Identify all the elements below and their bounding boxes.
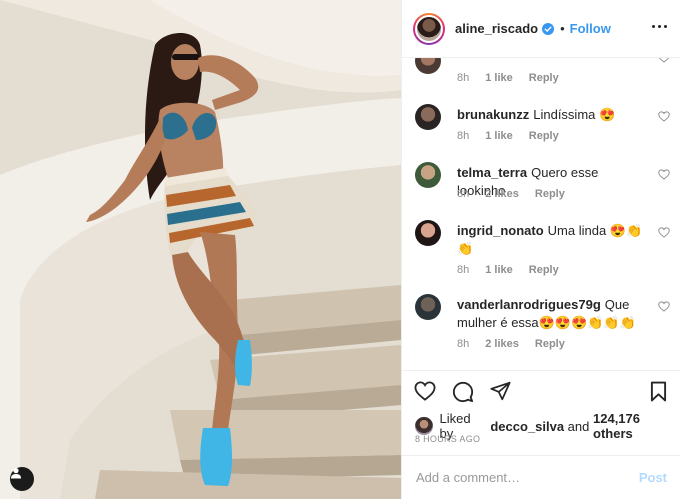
comment-avatar[interactable] (415, 294, 441, 320)
comment-reply-button[interactable]: Reply (535, 188, 565, 200)
post-header: aline_riscado • Follow (402, 0, 680, 58)
action-icons (414, 381, 511, 403)
add-comment-bar: Post (402, 455, 680, 499)
author-avatar[interactable] (413, 12, 445, 45)
more-options-icon[interactable] (652, 21, 667, 32)
comment-text: vanderlanrodrigues79g Que mulher é essa😍😍… (457, 296, 647, 332)
follow-button[interactable]: Follow (570, 21, 611, 36)
likes-count[interactable]: 124,176 others (593, 411, 680, 441)
comment-avatar[interactable] (415, 58, 441, 74)
post-photo[interactable] (0, 0, 401, 499)
comment-heart-icon[interactable] (658, 301, 670, 312)
user-tag-icon (11, 468, 21, 479)
comment-meta: 8h 2 likes Reply (457, 338, 581, 350)
comment-username[interactable]: vanderlanrodrigues79g (457, 297, 601, 312)
comment-text (457, 58, 647, 68)
comment-username[interactable]: brunakunzz (457, 107, 529, 122)
comment-likes[interactable]: 1 like (485, 130, 513, 142)
comment-likes[interactable]: 1 like (485, 264, 513, 276)
comment-time: 8h (457, 338, 470, 350)
comments-list[interactable]: 8h 1 like Reply brunakunzz Lindíssima 😍 8h 1… (402, 58, 680, 370)
post-timestamp[interactable]: 8 HOURS AGO (415, 434, 480, 444)
likes-and: and (567, 418, 590, 434)
photo-illustration (0, 0, 401, 499)
comment-avatar[interactable] (415, 162, 441, 188)
share-icon[interactable] (490, 381, 511, 401)
comment-time: 8h (457, 264, 470, 276)
comment-heart-icon[interactable] (658, 169, 670, 180)
verified-badge-icon (542, 22, 555, 35)
post-actions: Liked by decco_silva and 124,176 others (402, 370, 680, 441)
comment-username[interactable]: telma_terra (457, 165, 527, 180)
comment-message: Lindíssima 😍 (533, 107, 616, 122)
comment-reply-button[interactable]: Reply (529, 72, 559, 84)
author-username[interactable]: aline_riscado (455, 21, 538, 36)
comment-input[interactable] (416, 470, 639, 485)
comment-text: ingrid_nonato Uma linda 😍👏👏 (457, 222, 647, 258)
comment-heart-icon[interactable] (658, 58, 670, 63)
liker-username[interactable]: decco_silva (490, 419, 564, 434)
comment-reply-button[interactable]: Reply (529, 264, 559, 276)
comment-time: 8h (457, 188, 470, 200)
comment-avatar[interactable] (415, 104, 441, 130)
post-side-panel: aline_riscado • Follow 8h 1 like Reply b… (401, 0, 680, 499)
comment-reply-button[interactable]: Reply (529, 130, 559, 142)
instagram-post: aline_riscado • Follow 8h 1 like Reply b… (0, 0, 680, 499)
comment-meta: 8h 1 like Reply (457, 264, 575, 276)
comment-meta: 8h 2 likes Reply (457, 188, 581, 200)
user-tag-button[interactable] (10, 467, 34, 491)
header-separator: • (560, 21, 565, 36)
comment-text: brunakunzz Lindíssima 😍 (457, 106, 647, 124)
liker-avatar[interactable] (415, 417, 433, 435)
comment-likes[interactable]: 2 likes (485, 188, 519, 200)
comment-meta: 8h 1 like Reply (457, 72, 575, 84)
comment-time: 8h (457, 72, 470, 84)
comment-icon[interactable] (452, 381, 474, 403)
bookmark-icon[interactable] (650, 381, 667, 402)
post-comment-button[interactable]: Post (639, 470, 667, 485)
comment-avatar[interactable] (415, 220, 441, 246)
comment-time: 8h (457, 130, 470, 142)
comment-username[interactable]: ingrid_nonato (457, 223, 544, 238)
comment-likes[interactable]: 2 likes (485, 338, 519, 350)
comment-meta: 8h 1 like Reply (457, 130, 575, 142)
comment-heart-icon[interactable] (658, 227, 670, 238)
comment-reply-button[interactable]: Reply (535, 338, 565, 350)
heart-icon[interactable] (414, 381, 436, 401)
comment-heart-icon[interactable] (658, 111, 670, 122)
comment-likes[interactable]: 1 like (485, 72, 513, 84)
